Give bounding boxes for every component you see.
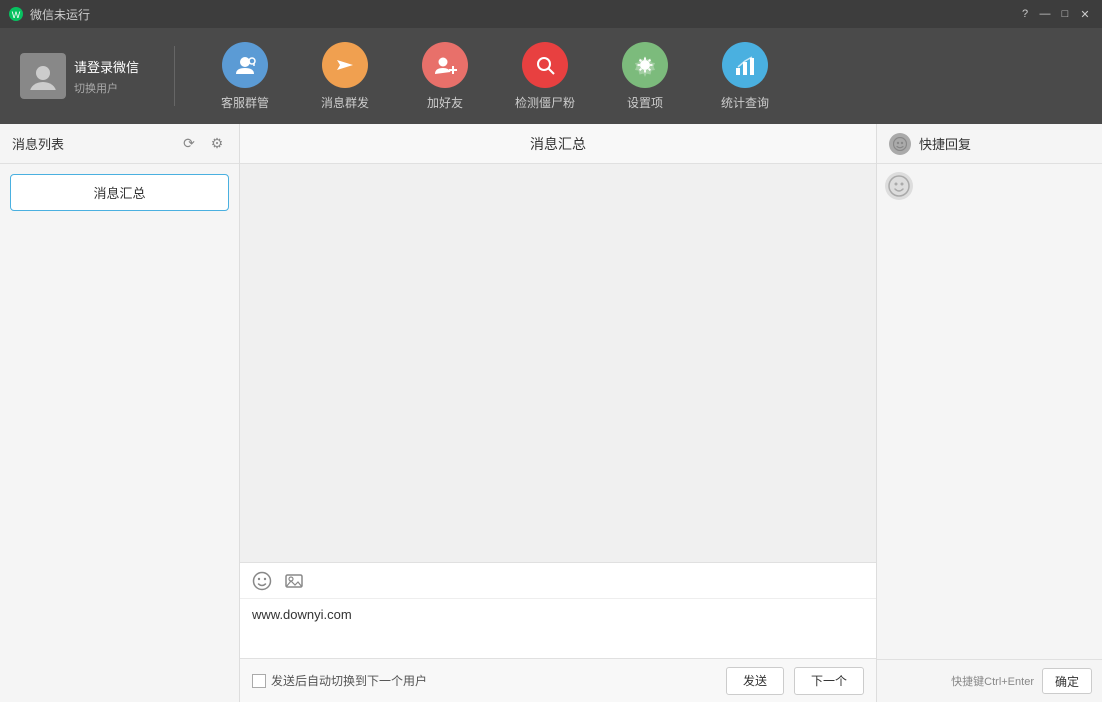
minimize-button[interactable]: — <box>1036 5 1054 23</box>
bottom-bar: 发送后自动切换到下一个用户 发送 下一个 <box>240 658 876 702</box>
image-button[interactable] <box>282 569 306 593</box>
emoji-button[interactable] <box>250 569 274 593</box>
toolbar-item-mass[interactable]: 消息群发 <box>310 42 380 111</box>
window-controls: ? — □ ✕ <box>1016 5 1094 23</box>
center-panel: 消息汇总 www.down <box>240 124 877 702</box>
toolbar-divider <box>174 46 175 106</box>
stats-label: 统计查询 <box>721 94 769 111</box>
titlebar: W 微信未运行 ? — □ ✕ <box>0 0 1102 28</box>
user-texts: 请登录微信 切换用户 <box>74 57 139 96</box>
addfriend-label: 加好友 <box>427 94 463 111</box>
emoji-face-button[interactable] <box>885 172 913 200</box>
shortcut-hint: 快捷键Ctrl+Enter <box>951 673 1034 689</box>
stats-icon <box>722 42 768 88</box>
center-title: 消息汇总 <box>530 134 586 154</box>
right-title: 快捷回复 <box>919 134 971 153</box>
main-area: 消息列表 ⟳ ⚙ 消息汇总 消息汇总 <box>0 124 1102 702</box>
addfriend-icon <box>422 42 468 88</box>
app-icon: W <box>8 6 24 22</box>
username: 请登录微信 <box>74 57 139 76</box>
toolbar-item-settings[interactable]: 设置项 <box>610 42 680 111</box>
right-footer: 快捷键Ctrl+Enter 确定 <box>877 659 1102 702</box>
confirm-button[interactable]: 确定 <box>1042 668 1092 694</box>
text-input-area[interactable]: www.downyi.com <box>240 598 876 658</box>
close-button[interactable]: ✕ <box>1076 5 1094 23</box>
input-toolbar <box>240 562 876 598</box>
sidebar-list: 消息汇总 <box>0 164 239 221</box>
help-button[interactable]: ? <box>1016 5 1034 23</box>
mass-label: 消息群发 <box>321 94 369 111</box>
settings-icon <box>622 42 668 88</box>
toolbar-item-addfriend[interactable]: 加好友 <box>410 42 480 111</box>
settings-label: 设置项 <box>627 94 663 111</box>
right-panel: 快捷回复 快捷键Ctrl+Enter 确定 <box>877 124 1102 702</box>
switch-user[interactable]: 切换用户 <box>74 80 139 96</box>
quick-reply-icon <box>889 133 911 155</box>
input-text: www.downyi.com <box>252 607 352 622</box>
toolbar-item-stats[interactable]: 统计查询 <box>710 42 780 111</box>
sidebar-item-message-summary[interactable]: 消息汇总 <box>10 174 229 211</box>
user-info: 请登录微信 切换用户 <box>20 53 139 99</box>
sidebar: 消息列表 ⟳ ⚙ 消息汇总 <box>0 124 240 702</box>
center-header: 消息汇总 <box>240 124 876 164</box>
auto-switch-checkbox[interactable]: 发送后自动切换到下一个用户 <box>252 672 427 689</box>
svg-text:W: W <box>12 10 21 20</box>
kefu-label: 客服群管 <box>221 94 269 111</box>
next-button[interactable]: 下一个 <box>794 667 864 695</box>
sidebar-icons: ⟳ ⚙ <box>179 134 227 154</box>
mass-icon <box>322 42 368 88</box>
sidebar-settings-button[interactable]: ⚙ <box>207 134 227 154</box>
right-content <box>877 164 1102 659</box>
checkbox-indicator <box>252 674 266 688</box>
app-title: 微信未运行 <box>30 6 90 23</box>
detect-icon <box>522 42 568 88</box>
toolbar-item-kefu[interactable]: 客服群管 <box>210 42 280 111</box>
toolbar-item-detect[interactable]: 检测僵尸粉 <box>510 42 580 111</box>
sidebar-title: 消息列表 <box>12 134 179 153</box>
kefu-icon <box>222 42 268 88</box>
auto-switch-label: 发送后自动切换到下一个用户 <box>271 672 427 689</box>
avatar <box>20 53 66 99</box>
sidebar-item-label: 消息汇总 <box>93 186 145 201</box>
right-header: 快捷回复 <box>877 124 1102 164</box>
maximize-button[interactable]: □ <box>1056 5 1074 23</box>
detect-label: 检测僵尸粉 <box>515 94 575 111</box>
send-button[interactable]: 发送 <box>726 667 784 695</box>
message-area <box>240 164 876 562</box>
toolbar: 请登录微信 切换用户 客服群管 消息群发 <box>0 28 1102 124</box>
sidebar-header: 消息列表 ⟳ ⚙ <box>0 124 239 164</box>
sidebar-refresh-button[interactable]: ⟳ <box>179 134 199 154</box>
